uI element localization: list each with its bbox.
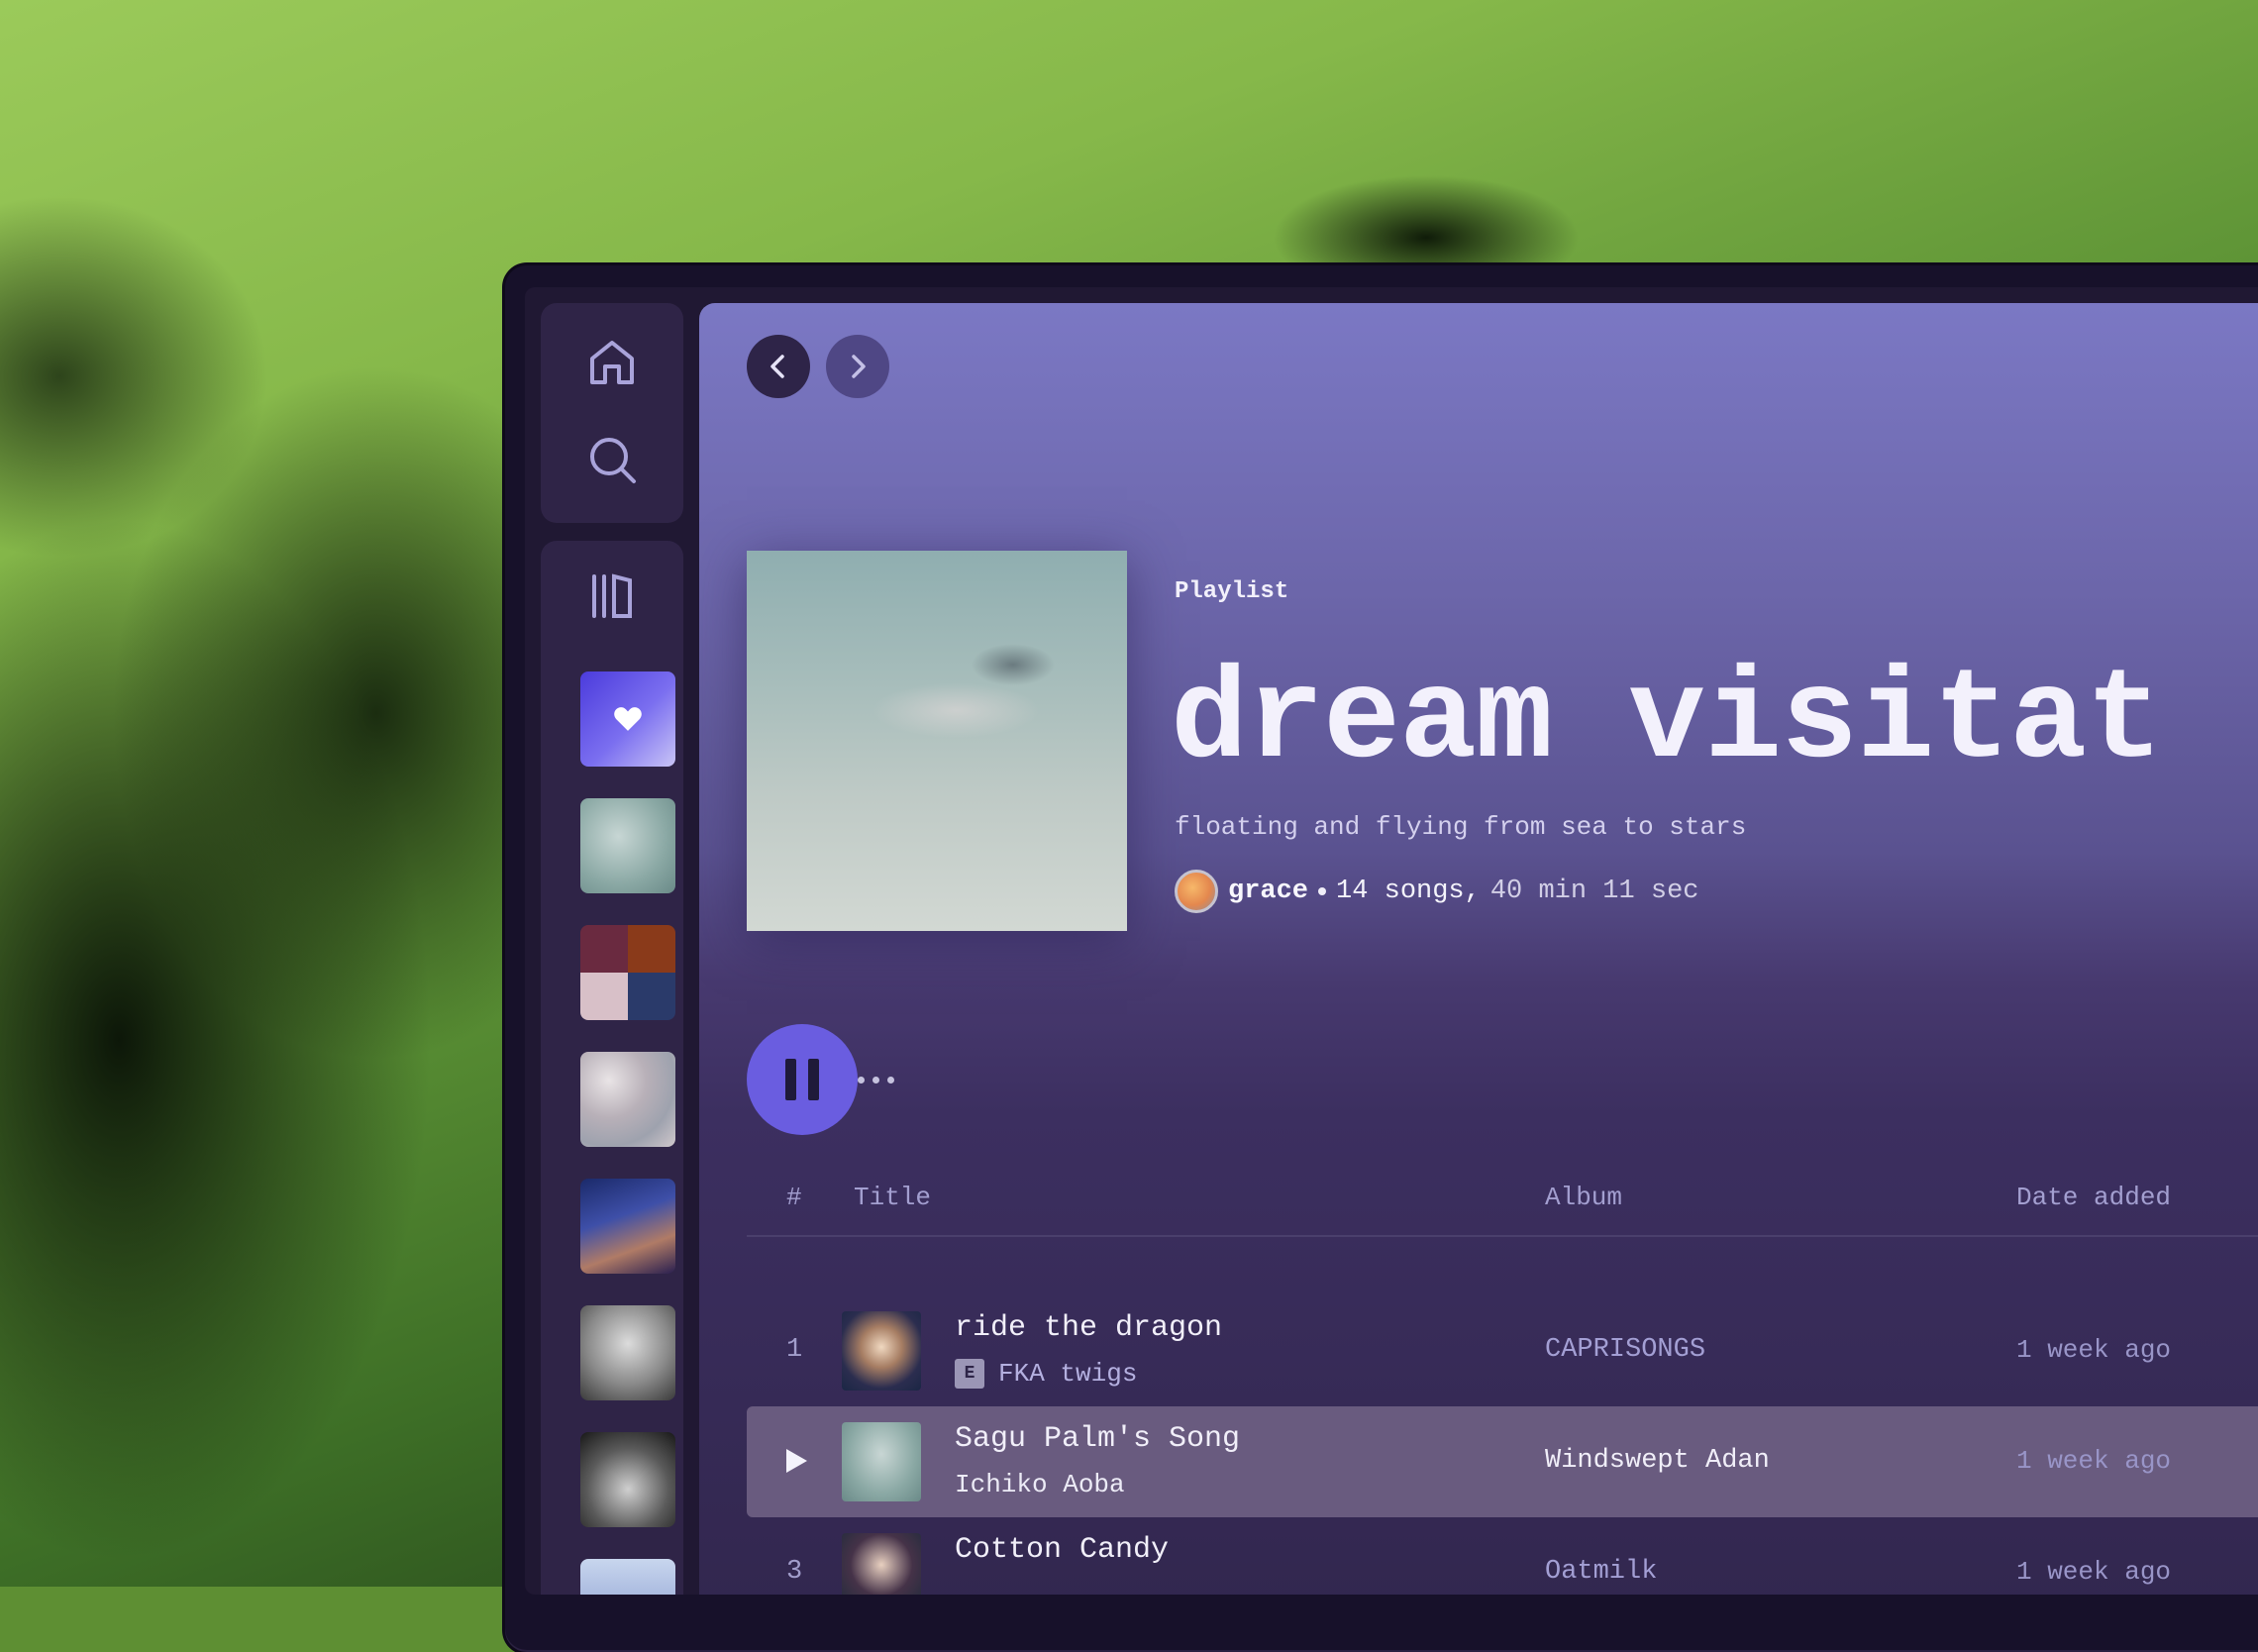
main-view: Playlist dream visitat floating and flyi… [699,303,2258,1595]
track-album[interactable]: Oatmilk [1545,1557,1657,1587]
library-item-clouds[interactable] [580,1559,675,1595]
library-item-trees[interactable] [580,1305,675,1400]
play-icon[interactable] [782,1446,810,1476]
track-title[interactable]: Sagu Palm's Song [955,1422,1240,1456]
nav-panel [541,303,683,523]
heart-icon [614,707,642,731]
track-date-added: 1 week ago [2016,1557,2172,1587]
column-header-title[interactable]: Title [854,1183,931,1212]
library-item-dancers[interactable] [580,1179,675,1274]
library-item-dream-visitations[interactable] [580,798,675,893]
track-artist[interactable]: FKA twigs [998,1359,1137,1389]
app-window: Playlist dream visitat floating and flyi… [525,287,2258,1595]
table-row[interactable]: 3 Cotton Candy Oatmilk 1 week ago [747,1517,2258,1595]
avatar[interactable] [1175,870,1218,913]
explicit-badge: E [955,1359,984,1389]
library-item-chemtrails[interactable] [580,1432,675,1527]
track-title[interactable]: ride the dragon [955,1311,1222,1345]
track-title[interactable]: Cotton Candy [955,1533,1169,1567]
track-artist-line: E FKA twigs [955,1359,1137,1389]
playlist-description: floating and flying from sea to stars [1175,812,1747,842]
track-number: 3 [786,1557,803,1587]
track-artwork [842,1422,921,1501]
table-row[interactable]: 1 ride the dragon E FKA twigs CAPRISONGS… [747,1295,2258,1406]
total-duration: 40 min 11 sec [1489,877,1699,906]
forward-button[interactable] [826,335,889,398]
track-album[interactable]: Windswept Adan [1545,1446,1770,1476]
column-header-date-added[interactable]: Date added [2016,1183,2171,1212]
track-album[interactable]: CAPRISONGS [1545,1335,1705,1365]
back-button[interactable] [747,335,810,398]
song-count: 14 songs, [1336,877,1481,906]
track-artwork [842,1311,921,1391]
track-number: 1 [786,1335,803,1365]
more-options-button[interactable] [828,1064,923,1095]
column-header-album[interactable]: Album [1545,1183,1622,1212]
library-item-collage[interactable] [580,925,675,1020]
playlist-meta: grace 14 songs, 40 min 11 sec [1175,870,1698,913]
pause-icon [785,1059,796,1100]
track-artist[interactable]: Ichiko Aoba [955,1470,1125,1499]
more-icon [857,1076,865,1084]
search-icon[interactable] [582,430,642,489]
more-icon-dot [886,1076,894,1084]
library-panel [541,541,683,1595]
playlist-type-label: Playlist [1175,578,1289,605]
home-icon[interactable] [582,333,642,392]
column-header-number[interactable]: # [786,1183,802,1212]
owner-name[interactable]: grace [1228,877,1308,906]
pause-icon-bar [808,1059,819,1100]
playlist-title: dream visitat [1171,650,2163,795]
library-item-pearls[interactable] [580,1052,675,1147]
library-icon[interactable] [582,567,642,626]
liked-songs-tile[interactable] [580,671,675,767]
track-date-added: 1 week ago [2016,1446,2172,1476]
track-artwork [842,1533,921,1595]
track-date-added: 1 week ago [2016,1335,2172,1365]
chevron-left-icon [770,355,784,378]
table-row-active[interactable]: Sagu Palm's Song Ichiko Aoba Windswept A… [747,1406,2258,1517]
track-artist-line: Ichiko Aoba [955,1470,1125,1499]
header-divider [747,1235,2258,1237]
more-icon-dot [872,1076,879,1084]
playlist-cover [747,551,1127,931]
meta-separator [1318,887,1327,895]
chevron-right-icon [852,355,866,378]
